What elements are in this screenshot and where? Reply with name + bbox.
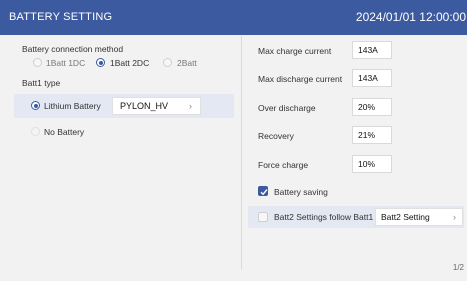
battery-saving-checkbox[interactable] [258,186,268,196]
radio-no-battery[interactable] [31,127,40,136]
page-indicator: 1/2 [452,263,464,272]
force-charge-input[interactable]: 10% [352,155,392,173]
batt1-type-title: Batt1 type [22,78,61,88]
chevron-right-icon: › [189,101,192,111]
radio-1batt-2dc-label: 1Batt 2DC [110,58,150,68]
lithium-battery-row[interactable]: Lithium Battery PYLON_HV › [14,94,234,118]
datetime-display: 2024/01/01 12:00:00 [355,10,466,24]
battery-saving-label: Battery saving [274,187,328,197]
over-discharge-input[interactable]: 20% [352,98,392,116]
force-charge-label: Force charge [258,160,309,170]
radio-1batt-2dc[interactable] [96,58,105,67]
battery-model-value: PYLON_HV [120,101,169,111]
max-discharge-current-label: Max discharge current [258,74,343,84]
lithium-battery-label: Lithium Battery [44,101,101,111]
battery-model-select[interactable]: PYLON_HV › [112,97,201,115]
batt2-setting-button[interactable]: Batt2 Setting › [375,208,463,226]
max-charge-current-label: Max charge current [258,46,332,56]
radio-2batt-label: 2Batt [177,58,197,68]
batt2-setting-label: Batt2 Setting [381,212,430,222]
page-title: BATTERY SETTING [9,11,113,23]
radio-2batt[interactable] [163,58,172,67]
batt2-follow-checkbox[interactable] [258,212,268,222]
max-charge-current-input[interactable]: 143A [352,41,392,59]
recovery-label: Recovery [258,131,294,141]
max-discharge-current-input[interactable]: 143A [352,69,392,87]
radio-1batt-1dc[interactable] [33,58,42,67]
recovery-input[interactable]: 21% [352,126,392,144]
panel-divider [241,36,242,270]
batt2-follow-row[interactable]: Batt2 Settings follow Batt1 Batt2 Settin… [248,206,464,228]
radio-1batt-1dc-label: 1Batt 1DC [46,58,86,68]
over-discharge-label: Over discharge [258,103,316,113]
header-bar: BATTERY SETTING 2024/01/01 12:00:00 [0,0,467,35]
batt2-follow-label: Batt2 Settings follow Batt1 [274,212,374,222]
no-battery-label: No Battery [44,127,85,137]
chevron-right-icon: › [453,212,456,222]
connection-method-title: Battery connection method [22,44,124,54]
check-icon [260,189,268,196]
radio-lithium-battery[interactable] [31,101,40,110]
